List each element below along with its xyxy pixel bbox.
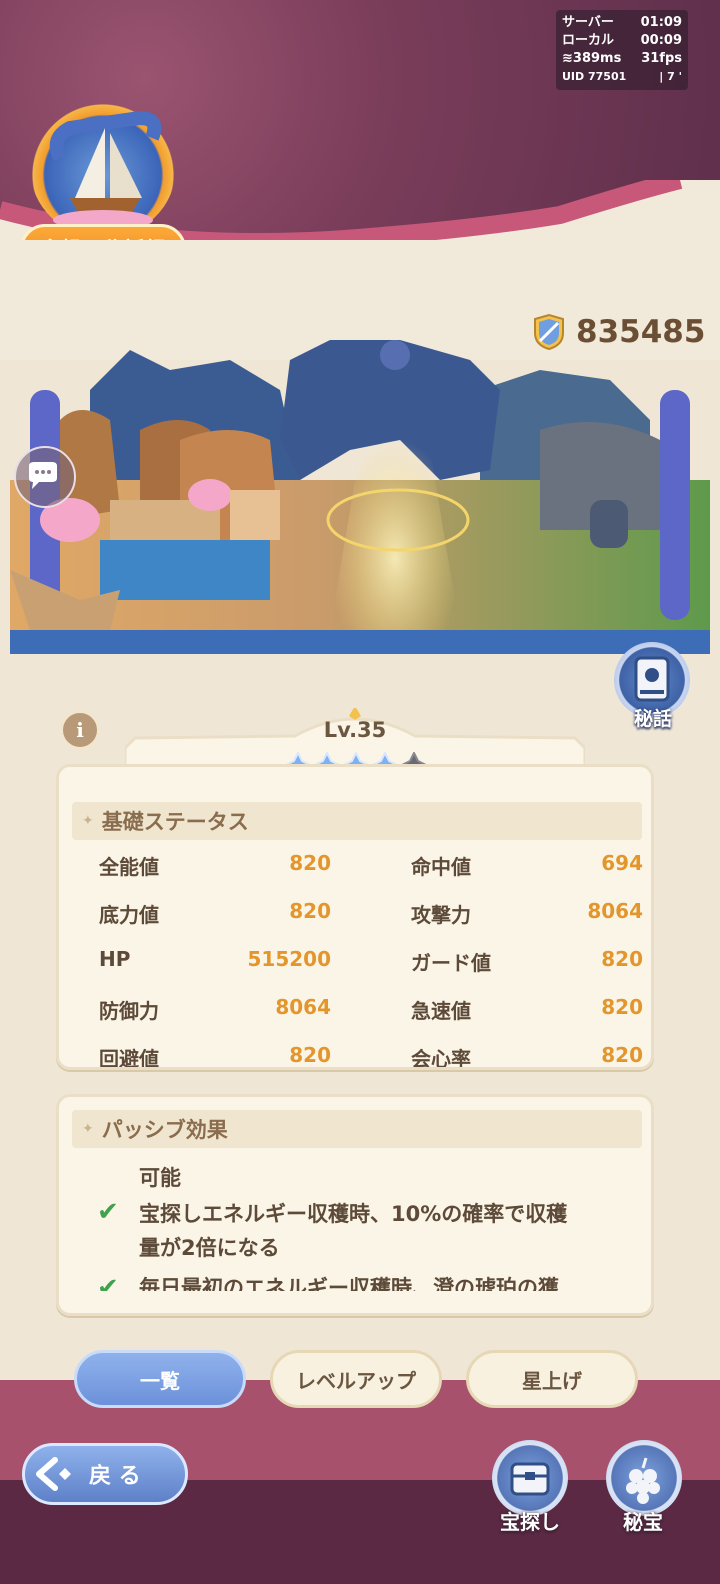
stat-row-2-right: ガード値 820 [411,947,643,976]
passive-scroll-clip: ✔ 毎日最初のエネルギー収穫時、澄の琥珀の獲 [59,1273,651,1291]
uid-suffix: | 7 ' [659,70,682,83]
stat-row-2-left: HP 515200 [99,947,331,971]
stat-value: 820 [601,995,643,1019]
passive-header: ✦ パッシブ効果 [72,1110,642,1148]
treasure-hunt-button[interactable] [492,1440,568,1516]
chat-bubble-icon [29,462,57,489]
network-status: サーバー 01:09 ローカル 00:09 ≋389ms 31fps UID 7750… [556,10,688,90]
stat-value: 8064 [275,995,331,1019]
stat-row-0-left: 全能値 820 [99,851,331,880]
level-label: Lv.35 [323,718,387,742]
stat-name: HP [99,947,131,971]
secret-treasure-button[interactable] [606,1440,682,1516]
sailboat-icon [49,110,162,230]
uid: UID 77501 [562,70,627,83]
stat-row-1-right: 攻撃力 8064 [411,899,643,928]
stat-value: 820 [601,947,643,971]
info-button[interactable]: i [60,710,100,750]
wifi-icon: ≋ [562,51,573,66]
stat-value: 820 [601,1043,643,1067]
stat-value: 820 [289,851,331,875]
check-icon: ✔ [97,1273,119,1291]
tab-level-up[interactable]: レベルアップ [270,1350,442,1408]
stat-name: 全能値 [99,855,159,879]
fps: 31fps [641,51,682,66]
treasure-hunt-label: 宝探し [500,1510,560,1534]
check-icon: ✔ [97,1197,119,1227]
tab-overview[interactable]: 一覧 [74,1350,246,1408]
stat-name: 会心率 [411,1047,471,1067]
stat-row-4-left: 回避値 820 [99,1043,331,1067]
stat-value: 515200 [247,947,332,971]
local-time-label: ローカル [562,33,615,48]
world-map[interactable] [0,330,720,660]
stat-scroll-clip: 回避値 820 会心率 820 [59,1037,651,1067]
stat-row-1-left: 底力値 820 [99,899,331,928]
stat-row-3-right: 急速値 820 [411,995,643,1024]
stat-name: ガード値 [411,951,491,975]
server-time: 01:09 [640,15,682,30]
secret-treasure-label: 秘宝 [623,1510,663,1534]
ping: 389ms [572,51,622,66]
stat-row-0-right: 命中値 694 [411,851,643,880]
event-emblem[interactable] [30,98,176,238]
basic-status-title: 基礎ステータス [101,810,249,834]
stat-name: 回避値 [99,1047,159,1067]
back-label: 戻 る [89,1464,141,1489]
passive-effect-1-line1: 宝探しエネルギー収穫時、10%の確率で収穫 [139,1202,568,1226]
basic-status-header: ✦ 基礎ステータス [72,802,642,840]
stat-value: 820 [289,1043,331,1067]
passive-effect-2-line1: 毎日最初のエネルギー収穫時、澄の琥珀の獲 [139,1276,559,1291]
diamond-icon: ✦ [82,813,94,829]
stat-row-3-left: 防御力 8064 [99,995,331,1024]
stat-name: 命中値 [411,855,471,879]
passive-effect-1-line2: 量が2倍になる [139,1236,280,1260]
tab-star-up[interactable]: 星上げ [466,1350,638,1408]
local-time: 00:09 [640,33,682,48]
stat-name: 急速値 [411,999,471,1023]
chat-button[interactable] [14,446,76,508]
secret-story-label: 秘話 [633,708,672,730]
passive-title: パッシブ効果 [101,1118,228,1142]
diamond-icon: ✦ [82,1121,94,1137]
stat-value: 820 [289,899,331,923]
grapes-icon [626,1457,660,1504]
stat-row-4-right: 会心率 820 [411,1043,643,1067]
stat-value: 694 [601,851,643,875]
stat-value: 8064 [587,899,643,923]
passive-status: 可能 [139,1166,181,1190]
back-button[interactable]: 戻 る [22,1443,188,1505]
stat-name: 底力値 [99,903,159,927]
stat-name: 防御力 [99,999,159,1023]
server-time-label: サーバー [562,15,614,30]
stat-name: 攻撃力 [411,903,471,927]
back-arrow-icon [36,1457,71,1491]
treasure-chest-icon [510,1462,550,1496]
